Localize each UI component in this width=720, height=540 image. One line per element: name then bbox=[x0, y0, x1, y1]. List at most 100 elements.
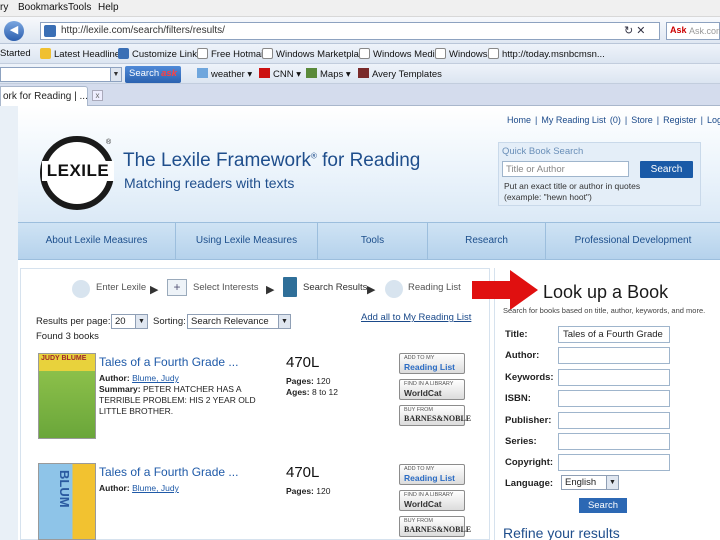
link-icon bbox=[118, 48, 129, 59]
page-icon bbox=[262, 48, 273, 59]
isbn-field[interactable] bbox=[558, 390, 670, 407]
language-select[interactable]: English ▼ bbox=[561, 475, 619, 490]
nav-icons: ↻✕ bbox=[624, 24, 648, 37]
favicon bbox=[44, 25, 56, 37]
isbn-label: ISBN: bbox=[505, 393, 531, 404]
page-icon bbox=[488, 48, 499, 59]
cover-author: JUDY BLUME bbox=[41, 355, 87, 362]
worldcat-button[interactable]: FIND IN A LIBRARY WorldCat bbox=[399, 490, 465, 511]
toolbar-maps[interactable]: Maps ▾ bbox=[306, 68, 351, 80]
link-login[interactable]: Login bbox=[707, 115, 720, 125]
rss-icon bbox=[40, 48, 51, 59]
author-link[interactable]: Blume, Judy bbox=[132, 373, 179, 383]
author-field[interactable] bbox=[558, 347, 670, 364]
address-url: http://lexile.com/search/filters/results… bbox=[61, 25, 225, 36]
ask-search-box[interactable]: Ask Ask.com bbox=[666, 22, 720, 40]
cnn-icon bbox=[259, 68, 270, 78]
menu-item-history[interactable]: ry bbox=[0, 2, 8, 13]
favorite-free-hotmail[interactable]: Free Hotmail bbox=[197, 48, 265, 60]
logo-registered-mark: ® bbox=[106, 139, 112, 146]
book-pages: Pages: 120 bbox=[286, 376, 331, 386]
add-to-reading-list-button[interactable]: ADD TO MY Reading List bbox=[399, 464, 465, 485]
add-to-reading-list-button[interactable]: ADD TO MY Reading List bbox=[399, 353, 465, 374]
address-bar[interactable]: http://lexile.com/search/filters/results… bbox=[40, 22, 660, 40]
link-home[interactable]: Home bbox=[507, 115, 531, 125]
link-register[interactable]: Register bbox=[663, 115, 697, 125]
copyright-label: Copyright: bbox=[505, 457, 554, 468]
barnes-noble-button[interactable]: BUY FROM BARNES&NOBLE bbox=[399, 405, 471, 426]
book-cover[interactable] bbox=[38, 353, 96, 439]
results-per-page-select[interactable]: 20 ▼ bbox=[111, 314, 148, 329]
page-icon bbox=[435, 48, 446, 59]
toolbar-search-button[interactable]: Search ask bbox=[125, 66, 181, 83]
toolbar-search-input[interactable] bbox=[0, 67, 122, 82]
favorite-customize-links[interactable]: Customize Links bbox=[118, 48, 202, 60]
favorite-windows[interactable]: Windows bbox=[435, 48, 488, 60]
nav-tools[interactable]: Tools bbox=[318, 223, 428, 259]
step-icon bbox=[385, 280, 403, 298]
add-all-to-reading-list-link[interactable]: Add all to My Reading List bbox=[361, 312, 471, 323]
language-label: Language: bbox=[505, 478, 554, 489]
cover-author: BLUM bbox=[57, 470, 72, 508]
book-title-link[interactable]: Tales of a Fourth Grade ... bbox=[99, 465, 238, 479]
copyright-field[interactable] bbox=[558, 454, 670, 471]
publisher-field[interactable] bbox=[558, 412, 670, 429]
favorite-today-msnbc[interactable]: http://today.msnbcmsn... bbox=[488, 48, 605, 60]
nav-research[interactable]: Research bbox=[428, 223, 546, 259]
tab-lexile[interactable]: ork for Reading | ... bbox=[0, 86, 88, 106]
title-field[interactable]: Tales of a Fourth Grade bbox=[558, 326, 670, 343]
menu-bar: ry Bookmarks Tools Help bbox=[0, 0, 720, 17]
quick-search-input[interactable]: Title or Author bbox=[502, 161, 629, 177]
menu-item-bookmarks[interactable]: Bookmarks bbox=[18, 2, 68, 13]
step-reading-list[interactable]: Reading List bbox=[408, 282, 461, 293]
barnes-noble-button[interactable]: BUY FROM BARNES&NOBLE bbox=[399, 516, 471, 537]
book-summary: Summary: PETER HATCHER HAS A TERRIBLE PR… bbox=[99, 384, 256, 416]
dropdown-arrow-icon: ▼ bbox=[278, 315, 290, 328]
refresh-icon[interactable]: ↻ bbox=[624, 25, 636, 37]
sorting-label: Sorting: bbox=[153, 316, 186, 327]
lexile-measure: 470L bbox=[286, 354, 320, 371]
toolbar-weather[interactable]: weather ▾ bbox=[197, 68, 252, 80]
nav-using-lexile-measures[interactable]: Using Lexile Measures bbox=[176, 223, 318, 259]
arrow-icon: ▶ bbox=[266, 284, 275, 296]
book-title-link[interactable]: Tales of a Fourth Grade ... bbox=[99, 355, 238, 369]
found-count: Found 3 books bbox=[36, 331, 99, 342]
book-ages: Ages: 8 to 12 bbox=[286, 387, 338, 397]
favorite-windows-media[interactable]: Windows Media bbox=[359, 48, 440, 60]
nav-professional-development[interactable]: Professional Development bbox=[546, 223, 720, 259]
nav-separator bbox=[18, 260, 720, 268]
keywords-field[interactable] bbox=[558, 369, 670, 386]
menu-item-help[interactable]: Help bbox=[98, 2, 119, 13]
back-icon[interactable]: ◀ bbox=[4, 21, 24, 41]
favorite-latest-headlines[interactable]: Latest Headlines bbox=[40, 48, 125, 60]
step-select-interests[interactable]: Select Interests bbox=[193, 282, 258, 293]
link-my-reading-list[interactable]: My Reading List bbox=[541, 115, 606, 125]
step-enter-lexile[interactable]: Enter Lexile bbox=[96, 282, 146, 293]
toolbar-avery-templates[interactable]: Avery Templates bbox=[358, 68, 442, 80]
series-field[interactable] bbox=[558, 433, 670, 450]
quick-search-button[interactable]: Search bbox=[640, 161, 693, 178]
step-icon bbox=[72, 280, 90, 298]
toolbar-cnn[interactable]: CNN ▾ bbox=[259, 68, 301, 80]
quick-search-help: Put an exact title or author in quotes (… bbox=[504, 181, 641, 202]
worldcat-button[interactable]: FIND IN A LIBRARY WorldCat bbox=[399, 379, 465, 400]
sorting-select[interactable]: Search Relevance ▼ bbox=[187, 314, 291, 329]
step-search-results[interactable]: Search Results bbox=[303, 282, 367, 293]
link-store[interactable]: Store bbox=[631, 115, 653, 125]
results-per-page-label: Results per page: bbox=[36, 316, 111, 327]
stop-icon[interactable]: ✕ bbox=[636, 25, 648, 37]
avery-icon bbox=[358, 68, 369, 78]
author-link[interactable]: Blume, Judy bbox=[132, 483, 179, 493]
dropdown-arrow-icon[interactable]: ▼ bbox=[110, 67, 122, 82]
lookup-search-button[interactable]: Search bbox=[579, 498, 627, 513]
favorites-bar: Started Latest Headlines Customize Links… bbox=[0, 44, 720, 64]
series-label: Series: bbox=[505, 436, 537, 447]
menu-item-tools[interactable]: Tools bbox=[68, 2, 91, 13]
nav-about-lexile-measures[interactable]: About Lexile Measures bbox=[18, 223, 176, 259]
book-icon bbox=[283, 277, 297, 297]
favorite-windows-marketplace[interactable]: Windows Marketplace bbox=[262, 48, 369, 60]
favorite-started[interactable]: Started bbox=[0, 48, 31, 59]
book-pages: Pages: 120 bbox=[286, 486, 331, 496]
close-icon[interactable]: x bbox=[92, 90, 103, 101]
dropdown-arrow-icon: ▼ bbox=[135, 315, 147, 328]
